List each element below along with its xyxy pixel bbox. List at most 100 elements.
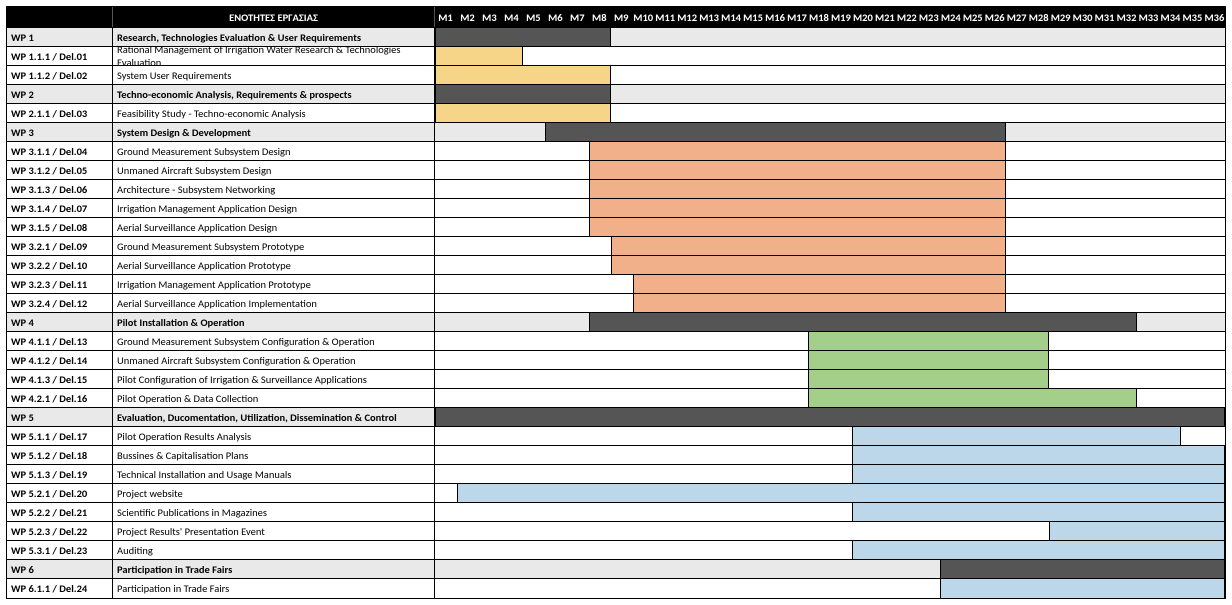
- month-header: M3: [479, 7, 501, 27]
- task-row: WP 4.1.1 / Del.13Ground Measurement Subs…: [7, 332, 1225, 351]
- month-header: M13: [699, 7, 721, 27]
- gantt-bar: [633, 294, 1006, 312]
- task-row: WP 3.1.2 / Del.05Unmaned Aircraft Subsys…: [7, 161, 1225, 180]
- gantt-bar: [808, 370, 1049, 388]
- row-name: Technical Installation and Usage Manuals: [113, 465, 435, 483]
- header-row: ΕΝΟΤΗΤΕΣ ΕΡΓΑΣΙΑΣ M1M2M3M4M5M6M7M8M9M10M…: [7, 7, 1225, 28]
- month-header: M24: [940, 7, 962, 27]
- task-row: WP 1.1.1 / Del.01Rational Management of …: [7, 47, 1225, 66]
- gantt-bar: [940, 560, 1225, 578]
- row-months: [435, 161, 1225, 179]
- row-id: WP 5.1.3 / Del.19: [7, 465, 113, 483]
- row-months: [435, 332, 1225, 350]
- month-header: M11: [655, 7, 677, 27]
- month-header: M29: [1050, 7, 1072, 27]
- month-header: M35: [1182, 7, 1204, 27]
- row-id: WP 3.1.3 / Del.06: [7, 180, 113, 198]
- month-header: M10: [633, 7, 655, 27]
- row-id: WP 2: [7, 85, 113, 103]
- task-row: WP 3.2.2 / Del.10Aerial Surveillance App…: [7, 256, 1225, 275]
- row-months: [435, 104, 1225, 122]
- row-name: Ground Measurement Subsystem Prototype: [113, 237, 435, 255]
- gantt-bar: [808, 389, 1137, 407]
- row-name: Aerial Surveillance Application Implemen…: [113, 294, 435, 312]
- month-header: M12: [677, 7, 699, 27]
- gantt-bar: [435, 28, 611, 46]
- gantt-bar: [852, 446, 1225, 464]
- gantt-bar: [852, 503, 1225, 521]
- wp-row: WP 2Techno-economic Analysis, Requiremen…: [7, 85, 1225, 104]
- row-id: WP 6: [7, 560, 113, 578]
- row-id: WP 3.1.5 / Del.08: [7, 218, 113, 236]
- row-id: WP 3.1.4 / Del.07: [7, 199, 113, 217]
- task-row: WP 5.3.1 / Del.23Auditing: [7, 541, 1225, 560]
- gantt-bar: [435, 85, 611, 103]
- month-header: M14: [721, 7, 743, 27]
- task-row: WP 3.2.4 / Del.12Aerial Surveillance App…: [7, 294, 1225, 313]
- task-row: WP 4.2.1 / Del.16Pilot Operation & Data …: [7, 389, 1225, 408]
- task-row: WP 3.1.4 / Del.07Irrigation Management A…: [7, 199, 1225, 218]
- row-name: Ground Measurement Subsystem Design: [113, 142, 435, 160]
- row-id: WP 5.1.1 / Del.17: [7, 427, 113, 445]
- row-months: [435, 370, 1225, 388]
- row-months: [435, 66, 1225, 84]
- row-name: Pilot Configuration of Irrigation & Surv…: [113, 370, 435, 388]
- row-name: Irrigation Management Application Design: [113, 199, 435, 217]
- row-months: [435, 351, 1225, 369]
- row-id: WP 3.2.3 / Del.11: [7, 275, 113, 293]
- gantt-bar: [940, 579, 1225, 598]
- row-name: Rational Management of Irrigation Water …: [113, 47, 435, 65]
- row-id: WP 4.2.1 / Del.16: [7, 389, 113, 407]
- task-row: WP 3.2.3 / Del.11Irrigation Management A…: [7, 275, 1225, 294]
- row-id: WP 4.1.3 / Del.15: [7, 370, 113, 388]
- month-header: M26: [984, 7, 1006, 27]
- month-header: M22: [896, 7, 918, 27]
- task-row: WP 3.1.5 / Del.08Aerial Surveillance App…: [7, 218, 1225, 237]
- row-name: Auditing: [113, 541, 435, 559]
- gantt-bar: [589, 180, 1006, 198]
- row-months: [435, 465, 1225, 483]
- row-id: WP 5.1.2 / Del.18: [7, 446, 113, 464]
- row-name: Aerial Surveillance Application Design: [113, 218, 435, 236]
- row-name: System Design & Development: [113, 123, 435, 141]
- row-name: Architecture - Subsystem Networking: [113, 180, 435, 198]
- wp-row: WP 6Participation in Trade Fairs: [7, 560, 1225, 579]
- row-name: Techno-economic Analysis, Requirements &…: [113, 85, 435, 103]
- row-months: [435, 560, 1225, 578]
- row-months: [435, 142, 1225, 160]
- row-months: [435, 408, 1225, 426]
- row-name: System User Requirements: [113, 66, 435, 84]
- gantt-bar: [852, 465, 1225, 483]
- row-months: [435, 237, 1225, 255]
- header-title-cell: ΕΝΟΤΗΤΕΣ ΕΡΓΑΣΙΑΣ: [113, 7, 435, 27]
- row-months: [435, 85, 1225, 103]
- row-id: WP 6.1.1 / Del.24: [7, 579, 113, 598]
- row-id: WP 1.1.2 / Del.02: [7, 66, 113, 84]
- month-header: M1: [435, 7, 457, 27]
- month-header: M21: [874, 7, 896, 27]
- task-row: WP 6.1.1 / Del.24Participation in Trade …: [7, 579, 1225, 598]
- row-months: [435, 123, 1225, 141]
- task-row: WP 2.1.1 / Del.03Feasibility Study - Tec…: [7, 104, 1225, 123]
- task-row: WP 4.1.2 / Del.14Unmaned Aircraft Subsys…: [7, 351, 1225, 370]
- month-header: M7: [567, 7, 589, 27]
- row-id: WP 4.1.2 / Del.14: [7, 351, 113, 369]
- wp-row: WP 5Evaluation, Ducomentation, Utilizati…: [7, 408, 1225, 427]
- month-header: M28: [1028, 7, 1050, 27]
- task-row: WP 5.1.3 / Del.19Technical Installation …: [7, 465, 1225, 484]
- gantt-bar: [589, 161, 1006, 179]
- gantt-bar: [457, 484, 1225, 502]
- month-header: M31: [1094, 7, 1116, 27]
- gantt-bar: [611, 237, 1006, 255]
- gantt-bar: [589, 142, 1006, 160]
- row-id: WP 3.2.1 / Del.09: [7, 237, 113, 255]
- row-months: [435, 256, 1225, 274]
- row-id: WP 1: [7, 28, 113, 46]
- row-months: [435, 313, 1225, 331]
- gantt-bar: [435, 104, 611, 122]
- row-months: [435, 484, 1225, 502]
- row-months: [435, 180, 1225, 198]
- month-header: M32: [1116, 7, 1138, 27]
- row-id: WP 4: [7, 313, 113, 331]
- task-row: WP 1.1.2 / Del.02System User Requirement…: [7, 66, 1225, 85]
